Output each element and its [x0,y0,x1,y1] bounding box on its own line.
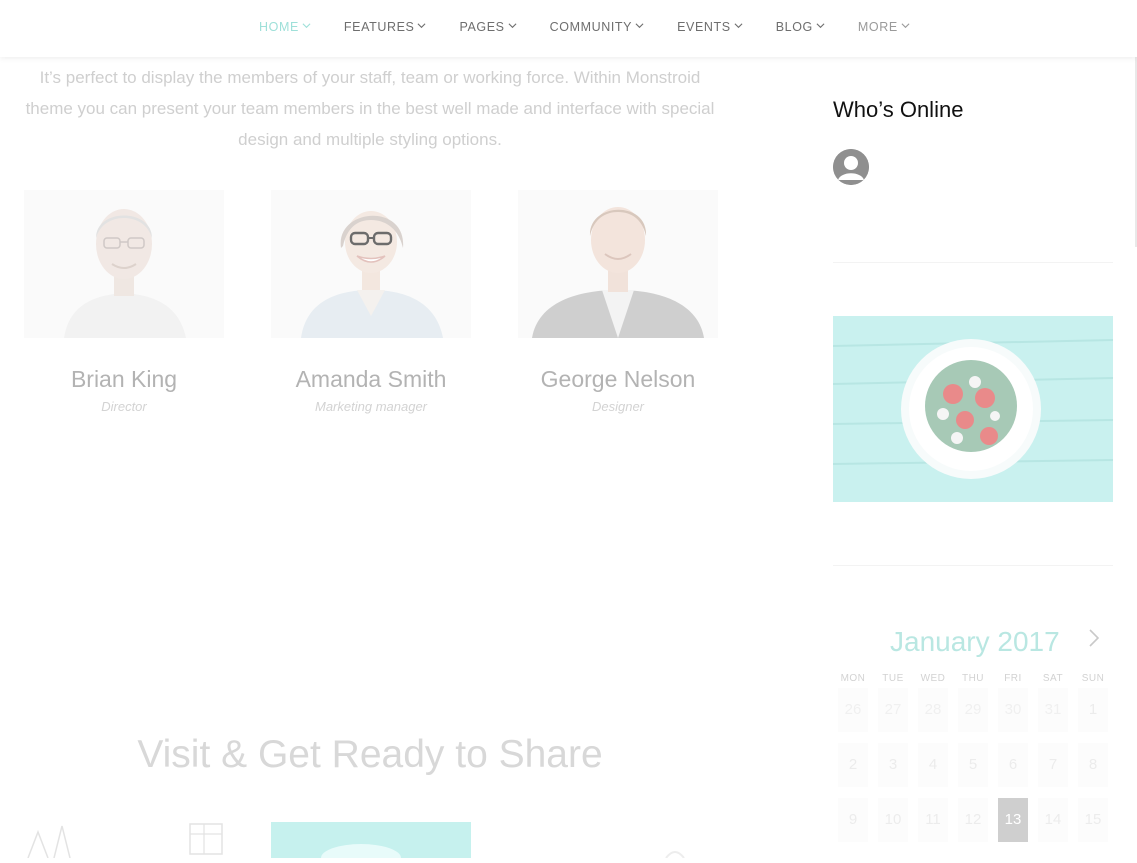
share-item-thumbnail[interactable] [24,822,224,859]
calendar-day[interactable]: 14 [1038,798,1068,842]
calendar-day[interactable]: 2 [838,743,868,787]
calendar-weekday: FRI [1004,673,1022,684]
illustration-image [27,823,223,859]
calendar-day[interactable]: 15 [1078,798,1108,842]
team-member-card: George Nelson Designer [518,190,718,414]
calendar-day[interactable]: 10 [878,798,908,842]
top-navigation: HOME FEATURES PAGES COMMUNITY EVENTS BLO… [0,0,1137,57]
sidebar-banner-image[interactable] [833,316,1113,502]
share-item-icon [660,822,690,859]
share-item-thumbnail[interactable] [271,822,471,863]
nav-item-home[interactable]: HOME [259,20,311,34]
chevron-down-icon [417,23,426,29]
calendar-day[interactable]: 1 [1078,688,1108,732]
widget-divider [833,262,1113,263]
team-member-photo[interactable] [518,190,718,338]
nav-item-label: HOME [259,20,299,34]
calendar-weekday: TUE [882,673,904,684]
team-intro-text: It’s perfect to display the members of y… [25,68,715,149]
chevron-down-icon [302,23,311,29]
team-member-photo[interactable] [271,190,471,338]
share-section-title: Visit & Get Ready to Share [137,733,603,776]
photo-image [321,844,401,863]
calendar-day[interactable]: 30 [998,688,1028,732]
calendar-day[interactable]: 28 [918,688,948,732]
chevron-down-icon [901,23,910,29]
team-member-photo[interactable] [24,190,224,338]
calendar-day[interactable]: 5 [958,743,988,787]
nav-item-label: COMMUNITY [549,20,633,34]
chevron-down-icon [734,23,743,29]
calendar-weekday: MON [840,673,866,684]
whos-online-title: Who’s Online [833,97,964,122]
calendar-weekday: WED [920,673,946,684]
nav-item-more[interactable]: MORE [858,20,910,34]
calendar-day[interactable]: 7 [1038,743,1068,787]
calendar-day[interactable]: 31 [1038,688,1068,732]
calendar-day[interactable]: 27 [878,688,908,732]
team-member-card: Amanda Smith Marketing manager [271,190,471,414]
nav-item-features[interactable]: FEATURES [344,20,427,34]
widget-divider [833,565,1113,566]
avatar[interactable] [833,149,869,185]
decorative-icon [665,851,685,859]
calendar-day[interactable]: 9 [838,798,868,842]
nav-item-blog[interactable]: BLOG [776,20,825,34]
nav-item-label: MORE [857,20,898,34]
nav-item-community[interactable]: COMMUNITY [550,20,644,34]
nav-item-events[interactable]: EVENTS [677,20,743,34]
chevron-down-icon [816,23,825,29]
calendar-month-title: January 2017 [890,626,1060,657]
calendar-weekday: THU [961,673,985,684]
team-member-card: Brian King Director [24,190,224,414]
chevron-right-icon[interactable] [1086,627,1102,649]
user-icon [833,149,869,185]
nav-item-label: FEATURES [343,20,415,34]
salad-photo [833,316,1113,502]
calendar-day[interactable]: 6 [998,743,1028,787]
calendar-day[interactable]: 26 [838,688,868,732]
calendar-day-today[interactable]: 13 [998,798,1028,842]
calendar-day[interactable]: 11 [918,798,948,842]
portrait-image [518,190,718,338]
team-member-role: Marketing manager [315,399,427,414]
nav-item-label: EVENTS [677,20,731,34]
nav-menu: HOME FEATURES PAGES COMMUNITY EVENTS BLO… [259,20,943,34]
nav-item-pages[interactable]: PAGES [459,20,517,34]
calendar-day[interactable]: 12 [958,798,988,842]
nav-item-label: BLOG [775,20,813,34]
team-member-name: Amanda Smith [295,366,447,392]
team-member-role: Designer [591,399,645,414]
calendar-weekday: SAT [1042,673,1064,684]
calendar-day[interactable]: 29 [958,688,988,732]
portrait-image [271,190,471,338]
calendar-day[interactable]: 4 [918,743,948,787]
portrait-image [24,190,224,338]
nav-item-label: PAGES [459,20,505,34]
team-member-role: Director [101,399,147,414]
calendar-weekday: SUN [1081,673,1105,684]
chevron-down-icon [508,23,517,29]
calendar-day[interactable]: 3 [878,743,908,787]
chevron-down-icon [635,23,644,29]
team-member-name: Brian King [70,366,178,392]
calendar-day[interactable]: 8 [1078,743,1108,787]
team-member-name: George Nelson [540,366,696,392]
